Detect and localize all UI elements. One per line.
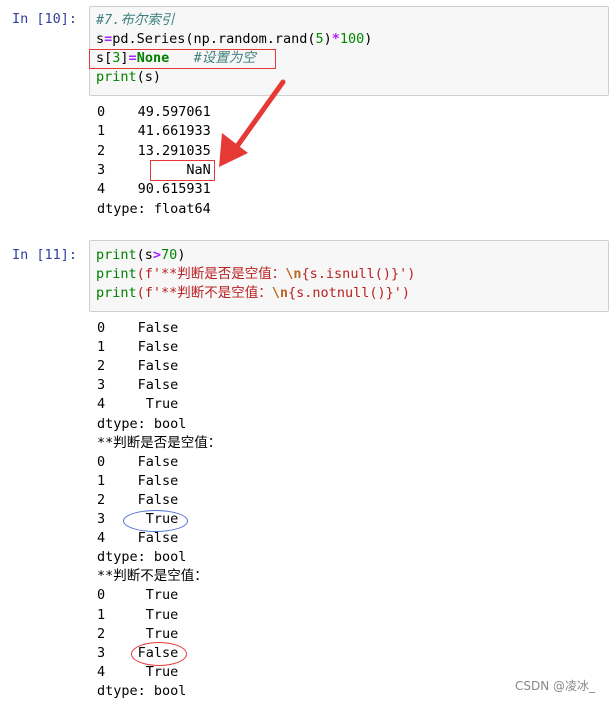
code-token: 100 <box>339 31 365 47</box>
cell-10-prompt: In [10]: <box>12 11 78 27</box>
cell-11-code-editor[interactable]: print(s>70) print(f'**判断是否是空值：\n{s.isnull… <box>89 240 609 312</box>
code-token: (f'**判断是否是空值： <box>136 266 286 282</box>
annotation-arrow-icon <box>219 79 286 167</box>
cell-11-prompt: In [11]: <box>12 247 78 263</box>
code-token: print <box>96 247 137 263</box>
output-line: 1 False <box>97 339 179 356</box>
output-line: 2 13.291035 <box>97 142 211 159</box>
code-token: (s <box>136 247 153 263</box>
code-token: print <box>96 285 137 301</box>
code-line: s=pd.Series(np.random.rand(5)*100) <box>96 30 372 49</box>
code-token: print <box>96 266 137 282</box>
output-line: 1 False <box>97 472 179 489</box>
output-line: 0 False <box>97 453 179 470</box>
code-token: 5 <box>315 31 324 47</box>
output-line: 3 False <box>97 377 179 394</box>
code-token: > <box>152 247 162 263</box>
output-line: dtype: bool <box>97 415 187 432</box>
output-line: 1 True <box>97 606 179 623</box>
output-line: 0 True <box>97 587 179 604</box>
csdn-watermark: CSDN @凌冰_ <box>514 679 595 693</box>
output-line: 1 41.661933 <box>97 123 211 140</box>
output-line: 2 False <box>97 358 179 375</box>
code-token: (s) <box>136 69 162 85</box>
output-line: 4 True <box>97 663 179 680</box>
annotation-circle-false <box>131 642 187 666</box>
code-token: \n <box>271 285 289 301</box>
code-line: print(f'**判断是否是空值：\n{s.isnull()}') <box>96 265 415 284</box>
annotation-box-none-line <box>89 49 276 69</box>
output-line: 4 False <box>97 530 179 547</box>
output-line: 2 False <box>97 491 179 508</box>
code-token: #7.布尔索引 <box>96 12 175 28</box>
code-line: print(f'**判断不是空值：\n{s.notnull()}') <box>96 284 410 303</box>
code-token: ) <box>323 31 332 47</box>
output-line: 0 49.597061 <box>97 104 211 120</box>
output-line: 2 True <box>97 625 179 642</box>
output-line: dtype: float64 <box>97 200 211 217</box>
code-token: {s.isnull()}') <box>301 266 416 282</box>
annotation-box-nan <box>150 160 215 181</box>
output-line: 4 90.615931 <box>97 181 211 198</box>
code-token: print <box>96 69 137 85</box>
code-token: (f'**判断不是空值： <box>136 285 272 301</box>
code-token: 70 <box>161 247 178 263</box>
output-line: dtype: bool <box>97 682 187 699</box>
code-token: {s.notnull()}') <box>288 285 410 301</box>
output-line: **判断不是空值： <box>97 568 208 585</box>
annotation-circle-true <box>123 510 188 532</box>
code-token: * <box>331 31 340 47</box>
code-line: print(s>70) <box>96 246 185 265</box>
code-line: #7.布尔索引 <box>96 11 174 30</box>
code-line: print(s) <box>96 68 161 87</box>
code-token: \n <box>285 266 302 282</box>
output-line: dtype: bool <box>97 549 187 566</box>
code-token: ) <box>177 247 186 263</box>
output-line: 4 True <box>97 396 179 413</box>
code-token: s <box>96 31 105 47</box>
output-line: 0 False <box>97 320 179 336</box>
output-line: **判断是否是空值： <box>97 434 222 451</box>
code-token: ) <box>364 31 373 47</box>
code-token: pd.Series(np.random.rand( <box>112 31 316 47</box>
